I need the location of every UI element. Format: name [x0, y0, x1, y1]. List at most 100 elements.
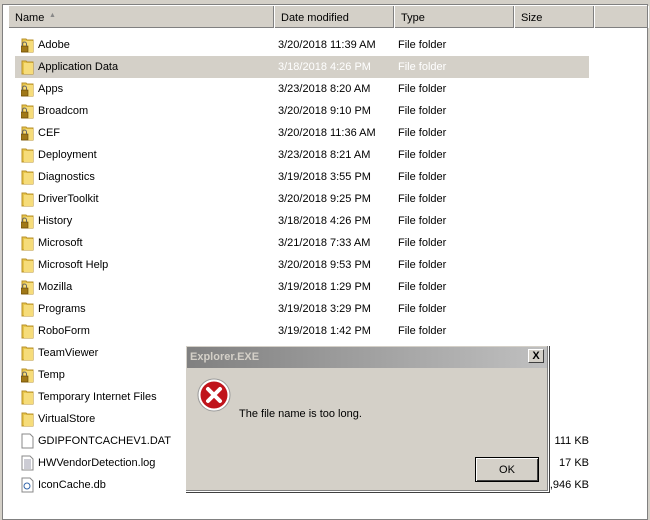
column-type[interactable]: Type: [395, 6, 515, 28]
column-size[interactable]: Size: [515, 6, 595, 28]
file-name: VirtualStore: [38, 413, 96, 425]
column-label: Date modified: [281, 12, 349, 24]
close-button[interactable]: X: [528, 349, 544, 363]
folder-locked-icon: [20, 213, 34, 229]
file-date: 3/19/2018 1:29 PM: [278, 281, 371, 293]
column-filler: [595, 6, 649, 28]
db-file-icon: [21, 477, 34, 493]
file-type: File folder: [398, 83, 447, 95]
file-icon: [21, 433, 34, 449]
column-header: Name ▲ Date modified Type Size: [9, 6, 649, 28]
file-name: History: [38, 215, 73, 227]
file-date: 3/21/2018 7:33 AM: [278, 237, 371, 249]
file-name: Apps: [38, 83, 64, 95]
file-row[interactable]: Application Data 3/18/2018 4:26 PM File …: [15, 56, 589, 78]
file-type: File folder: [398, 325, 447, 337]
file-name: Microsoft: [38, 237, 83, 249]
file-row[interactable]: DriverToolkit 3/20/2018 9:25 PM File fol…: [15, 188, 589, 210]
column-label: Name: [15, 12, 45, 24]
folder-locked-icon: [20, 279, 34, 295]
file-name: Deployment: [38, 149, 97, 161]
dialog-message: The file name is too long.: [239, 408, 362, 420]
file-type: File folder: [398, 303, 447, 315]
file-type: File folder: [398, 127, 447, 139]
folder-locked-icon: [20, 103, 34, 119]
file-name: GDIPFONTCACHEV1.DAT: [38, 435, 172, 447]
file-row[interactable]: Programs 3/19/2018 3:29 PM File folder: [15, 298, 589, 320]
column-date-modified[interactable]: Date modified: [275, 6, 395, 28]
file-size: 111 KB: [554, 435, 589, 447]
folder-icon: [21, 411, 34, 427]
sort-ascending-icon: ▲: [49, 12, 56, 19]
folder-icon: [21, 389, 34, 405]
file-date: 3/23/2018 8:21 AM: [278, 149, 371, 161]
file-row[interactable]: Adobe 3/20/2018 11:39 AM File folder: [15, 34, 589, 56]
file-date: 3/23/2018 8:20 AM: [278, 83, 371, 95]
file-type: File folder: [398, 61, 447, 73]
file-row[interactable]: History 3/18/2018 4:26 PM File folder: [15, 210, 589, 232]
file-row[interactable]: Microsoft 3/21/2018 7:33 AM File folder: [15, 232, 589, 254]
file-date: 3/19/2018 3:29 PM: [278, 303, 371, 315]
error-icon: [197, 378, 231, 412]
folder-locked-icon: [20, 367, 34, 383]
column-name[interactable]: Name ▲: [9, 6, 275, 28]
file-type: File folder: [398, 171, 447, 183]
ok-button[interactable]: OK: [475, 457, 539, 482]
file-type: File folder: [398, 149, 447, 161]
file-date: 3/20/2018 9:10 PM: [278, 105, 371, 117]
folder-locked-icon: [20, 37, 34, 53]
column-label: Type: [401, 12, 425, 24]
file-type: File folder: [398, 281, 447, 293]
file-row[interactable]: CEF 3/20/2018 11:36 AM File folder: [15, 122, 589, 144]
file-name: Diagnostics: [38, 171, 95, 183]
file-size: ,946 KB: [549, 479, 589, 491]
file-name: Temporary Internet Files: [38, 391, 157, 403]
error-dialog: Explorer.EXE X The file name is too long…: [185, 345, 549, 492]
file-type: File folder: [398, 193, 447, 205]
dialog-title: Explorer.EXE: [190, 351, 260, 363]
folder-icon: [21, 345, 34, 361]
file-row[interactable]: Deployment 3/23/2018 8:21 AM File folder: [15, 144, 589, 166]
folder-icon: [21, 169, 34, 185]
folder-icon: [21, 59, 34, 75]
file-name: Programs: [38, 303, 86, 315]
file-row[interactable]: RoboForm 3/19/2018 1:42 PM File folder: [15, 320, 589, 342]
file-date: 3/20/2018 9:53 PM: [278, 259, 371, 271]
file-row[interactable]: Apps 3/23/2018 8:20 AM File folder: [15, 78, 589, 100]
file-type: File folder: [398, 105, 447, 117]
file-type: File folder: [398, 215, 447, 227]
folder-icon: [21, 191, 34, 207]
file-row[interactable]: Microsoft Help 3/20/2018 9:53 PM File fo…: [15, 254, 589, 276]
text-file-icon: [21, 455, 34, 471]
file-name: Mozilla: [38, 281, 73, 293]
file-row[interactable]: Broadcom 3/20/2018 9:10 PM File folder: [15, 100, 589, 122]
file-type: File folder: [398, 259, 447, 271]
file-name: RoboForm: [38, 325, 90, 337]
file-type: File folder: [398, 237, 447, 249]
file-type: File folder: [398, 39, 447, 51]
file-name: CEF: [38, 127, 60, 139]
file-name: TeamViewer: [38, 347, 99, 359]
file-date: 3/20/2018 11:39 AM: [278, 39, 376, 51]
file-name: Application Data: [38, 61, 119, 73]
dialog-title-bar[interactable]: Explorer.EXE: [187, 347, 547, 368]
file-date: 3/18/2018 4:26 PM: [278, 61, 371, 73]
file-name: IconCache.db: [38, 479, 106, 491]
file-date: 3/19/2018 3:55 PM: [278, 171, 371, 183]
file-date: 3/20/2018 11:36 AM: [278, 127, 376, 139]
file-name: Temp: [38, 369, 65, 381]
folder-icon: [21, 301, 34, 317]
file-date: 3/18/2018 4:26 PM: [278, 215, 371, 227]
file-size: 17 KB: [559, 457, 589, 469]
file-name: Adobe: [38, 39, 70, 51]
folder-locked-icon: [20, 81, 34, 97]
file-name: DriverToolkit: [38, 193, 99, 205]
column-label: Size: [521, 12, 543, 24]
file-date: 3/20/2018 9:25 PM: [278, 193, 371, 205]
folder-icon: [21, 147, 34, 163]
file-date: 3/19/2018 1:42 PM: [278, 325, 371, 337]
file-row[interactable]: Mozilla 3/19/2018 1:29 PM File folder: [15, 276, 589, 298]
file-row[interactable]: Diagnostics 3/19/2018 3:55 PM File folde…: [15, 166, 589, 188]
folder-icon: [21, 235, 34, 251]
folder-icon: [21, 257, 34, 273]
